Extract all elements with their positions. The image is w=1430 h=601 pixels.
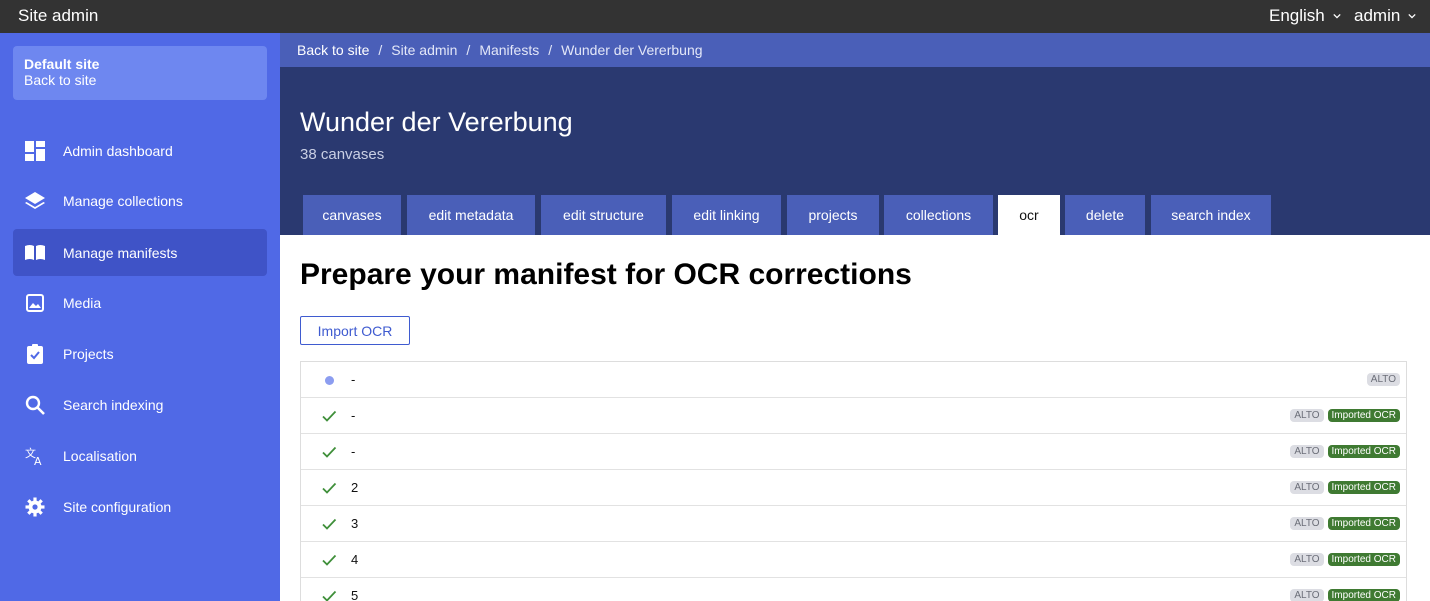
canvas-label: 4 [351, 552, 359, 567]
imported-ocr-badge: Imported OCR [1327, 409, 1400, 422]
clipboard-check-icon [24, 343, 46, 365]
sidebar-item-label: Search indexing [63, 396, 164, 413]
tab-ocr[interactable]: ocr [998, 195, 1060, 235]
sidebar-item-label: Projects [63, 345, 114, 362]
language-label: English [1269, 6, 1325, 25]
sidebar-item-manage-manifests[interactable]: Manage manifests [13, 229, 267, 276]
user-label: admin [1354, 6, 1401, 25]
tab-edit-structure[interactable]: edit structure [541, 195, 666, 235]
alto-badge: ALTO [1290, 445, 1324, 458]
list-item[interactable]: - ALTO Imported OCR [301, 434, 1406, 470]
sidebar: Default site Back to site Admin dashboar… [0, 33, 280, 601]
check-icon [321, 588, 337, 601]
language-dropdown[interactable]: English [1269, 6, 1341, 26]
canvas-label: 5 [351, 588, 359, 601]
imported-ocr-badge: Imported OCR [1327, 481, 1400, 494]
imported-ocr-badge: Imported OCR [1327, 589, 1400, 601]
gear-icon [24, 496, 46, 518]
breadcrumb-current: Wunder der Vererbung [561, 42, 703, 58]
breadcrumb-separator: / [548, 42, 553, 58]
alto-badge: ALTO [1366, 373, 1400, 386]
sidebar-item-label: Admin dashboard [63, 142, 173, 159]
search-icon [24, 394, 46, 416]
list-item[interactable]: - ALTO [301, 362, 1406, 398]
tab-collections[interactable]: collections [884, 195, 993, 235]
breadcrumb-separator: / [466, 42, 471, 58]
page-title: Wunder der Vererbung [300, 107, 573, 137]
alto-badge: ALTO [1290, 589, 1324, 601]
sidebar-item-projects[interactable]: Projects [13, 330, 267, 377]
layers-icon [24, 190, 46, 212]
chevron-down-icon [1333, 13, 1341, 19]
check-icon [321, 516, 337, 532]
dashboard-icon [24, 140, 46, 162]
sidebar-item-label: Manage manifests [63, 244, 178, 261]
imported-ocr-badge: Imported OCR [1327, 517, 1400, 530]
list-item[interactable]: - ALTO Imported OCR [301, 398, 1406, 434]
canvas-label: 2 [351, 480, 359, 495]
tab-edit-metadata[interactable]: edit metadata [407, 195, 535, 235]
list-item[interactable]: 5 ALTO Imported OCR [301, 578, 1406, 601]
site-name: Default site [24, 56, 100, 72]
breadcrumb: Back to site / Site admin / Manifests / … [280, 33, 1430, 67]
imported-ocr-badge: Imported OCR [1327, 553, 1400, 566]
tab-canvases[interactable]: canvases [303, 195, 401, 235]
tab-edit-linking[interactable]: edit linking [672, 195, 781, 235]
breadcrumb-site-admin[interactable]: Site admin [391, 42, 457, 58]
sidebar-item-search-indexing[interactable]: Search indexing [13, 381, 267, 428]
back-to-site-link[interactable]: Back to site [24, 72, 256, 88]
canvas-label: - [351, 372, 356, 387]
app-title: Site admin [18, 6, 99, 25]
list-item[interactable]: 2 ALTO Imported OCR [301, 470, 1406, 506]
manifest-header: Wunder der Vererbung 38 canvases canvase… [280, 67, 1430, 235]
sidebar-item-manage-collections[interactable]: Manage collections [13, 177, 267, 224]
top-bar: Site admin English admin [0, 0, 1430, 33]
translate-icon: 文A [24, 445, 46, 467]
chevron-down-icon [1408, 13, 1416, 19]
breadcrumb-manifests[interactable]: Manifests [479, 42, 539, 58]
breadcrumb-separator: / [378, 42, 383, 58]
canvas-list: - ALTO - ALTO Imported OCR - ALTO Import… [300, 361, 1407, 601]
sidebar-item-site-configuration[interactable]: Site configuration [13, 483, 267, 530]
sidebar-item-label: Manage collections [63, 192, 183, 209]
list-item[interactable]: 3 ALTO Imported OCR [301, 506, 1406, 542]
alto-badge: ALTO [1290, 553, 1324, 566]
sidebar-item-label: Localisation [63, 447, 137, 464]
alto-badge: ALTO [1290, 481, 1324, 494]
check-icon [321, 444, 337, 460]
import-ocr-button[interactable]: Import OCR [300, 316, 410, 345]
sidebar-item-media[interactable]: Media [13, 279, 267, 326]
imported-ocr-badge: Imported OCR [1327, 445, 1400, 458]
canvas-label: 3 [351, 516, 359, 531]
site-card[interactable]: Default site Back to site [13, 46, 267, 100]
check-icon [321, 408, 337, 424]
canvas-label: - [351, 444, 356, 459]
list-item[interactable]: 4 ALTO Imported OCR [301, 542, 1406, 578]
alto-badge: ALTO [1290, 517, 1324, 530]
alto-badge: ALTO [1290, 409, 1324, 422]
sidebar-item-label: Site configuration [63, 498, 172, 515]
breadcrumb-back-to-site[interactable]: Back to site [297, 42, 369, 58]
svg-text:A: A [34, 455, 42, 467]
sidebar-item-label: Media [63, 294, 102, 311]
sidebar-item-localisation[interactable]: 文A Localisation [13, 432, 267, 479]
tab-projects[interactable]: projects [787, 195, 879, 235]
sidebar-item-admin-dashboard[interactable]: Admin dashboard [13, 127, 267, 174]
book-icon [24, 242, 46, 264]
canvas-count: 38 canvases [300, 146, 385, 163]
tab-search-index[interactable]: search index [1151, 195, 1271, 235]
pending-dot-icon [321, 372, 337, 388]
check-icon [321, 552, 337, 568]
tab-delete[interactable]: delete [1065, 195, 1145, 235]
check-icon [321, 480, 337, 496]
section-title: Prepare your manifest for OCR correction… [300, 258, 912, 291]
image-icon [24, 292, 46, 314]
user-dropdown[interactable]: admin [1354, 6, 1416, 26]
canvas-label: - [351, 408, 356, 423]
